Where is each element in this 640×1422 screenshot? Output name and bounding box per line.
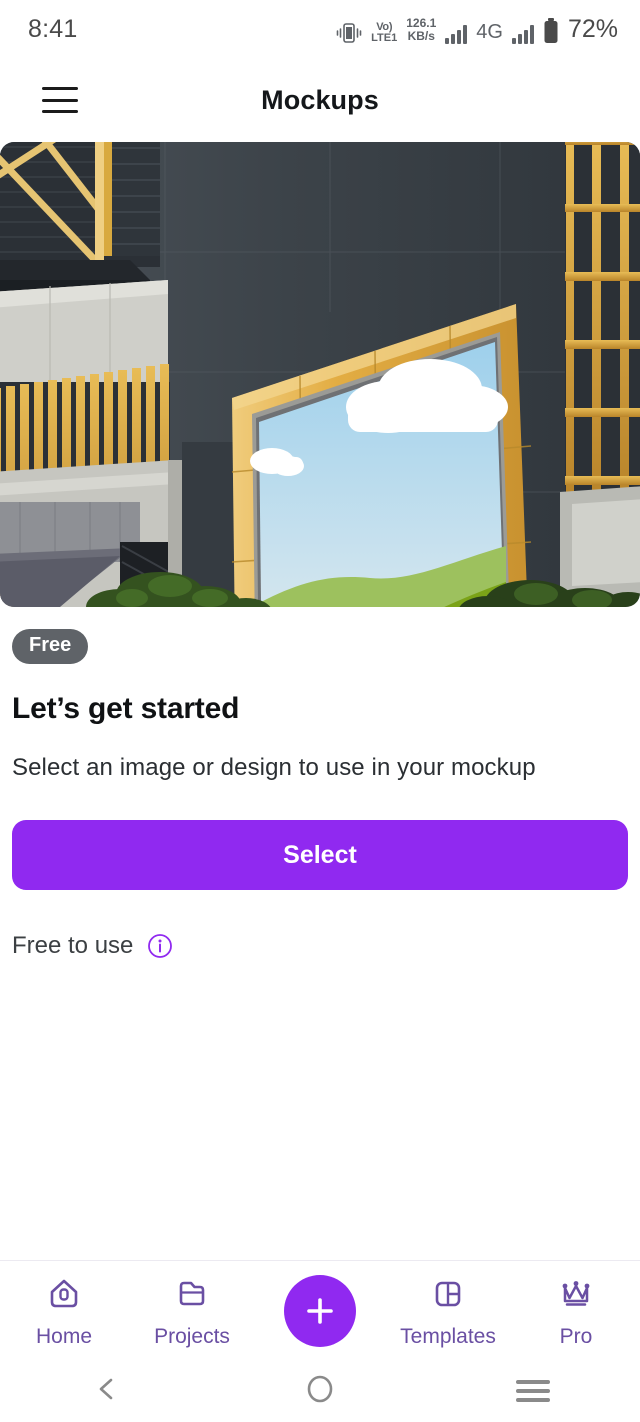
free-to-use-row: Free to use xyxy=(12,932,628,960)
add-button[interactable] xyxy=(284,1274,356,1347)
plus-icon xyxy=(307,1297,333,1324)
nav-label-home: Home xyxy=(35,1325,93,1348)
free-to-use-label: Free to use xyxy=(12,932,134,959)
back-chevron-icon xyxy=(92,1374,122,1409)
system-home-button[interactable] xyxy=(213,1373,426,1410)
nav-item-templates[interactable]: Templates xyxy=(384,1272,512,1349)
page-title: Mockups xyxy=(261,84,379,115)
system-recents-button[interactable] xyxy=(427,1380,640,1402)
billboard-mockup-preview[interactable] xyxy=(0,142,640,607)
bottom-navigation: Home Projects Templates Pro xyxy=(0,1260,640,1360)
system-navigation-bar xyxy=(0,1360,640,1422)
volte-icon: Vo) LTE1 xyxy=(371,20,398,44)
volte-top-label: Vo) xyxy=(376,20,393,33)
recents-lines-icon xyxy=(516,1380,551,1402)
crown-icon xyxy=(554,1272,598,1319)
home-circle-icon xyxy=(304,1373,336,1410)
signal-bars-secondary-icon xyxy=(511,24,534,44)
nav-item-pro[interactable]: Pro xyxy=(512,1272,640,1349)
app-bar: Mockups xyxy=(0,58,640,142)
hamburger-menu-icon[interactable] xyxy=(42,87,78,113)
folder-icon xyxy=(170,1272,214,1319)
battery-icon xyxy=(543,17,559,44)
nav-label-templates: Templates xyxy=(400,1325,496,1348)
nav-label-pro: Pro xyxy=(559,1325,593,1348)
fab-container xyxy=(256,1274,384,1347)
vibrate-icon xyxy=(336,22,362,44)
status-bar-clock: 8:41 xyxy=(28,14,78,43)
signal-bars-icon xyxy=(445,24,468,44)
layout-panels-icon xyxy=(426,1272,470,1319)
nav-item-projects[interactable]: Projects xyxy=(128,1272,256,1349)
volte-bottom-label: LTE1 xyxy=(371,31,398,44)
main-content: Free Let’s get started Select an image o… xyxy=(0,607,640,960)
subheadline: Select an image or design to use in your… xyxy=(12,754,536,781)
battery-percent-label: 72% xyxy=(567,14,618,43)
phone-screen: 8:41 Vo) LTE1 126.1 KB/s 4G 72% Mockups … xyxy=(0,0,640,1422)
network-type-label: 4G xyxy=(476,20,503,43)
system-back-button[interactable] xyxy=(0,1374,213,1409)
status-badge: Free xyxy=(12,629,89,664)
select-button[interactable]: Select xyxy=(12,820,628,890)
badge-row: Free xyxy=(12,607,628,664)
nav-item-home[interactable]: Home xyxy=(0,1272,128,1349)
headline: Let’s get started xyxy=(12,692,240,725)
nav-label-projects: Projects xyxy=(154,1325,230,1348)
status-bar: 8:41 Vo) LTE1 126.1 KB/s 4G 72% xyxy=(0,0,640,58)
network-speed: 126.1 KB/s xyxy=(406,16,436,44)
info-circle-icon[interactable] xyxy=(147,933,173,959)
network-speed-unit: KB/s xyxy=(407,29,435,44)
home-icon xyxy=(42,1272,86,1319)
